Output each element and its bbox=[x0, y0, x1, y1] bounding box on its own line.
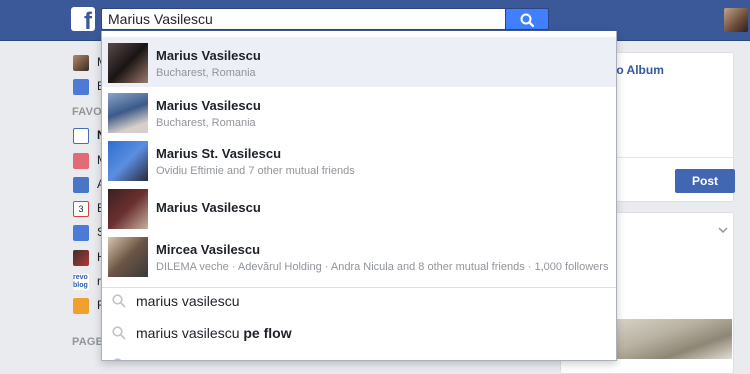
search-input[interactable] bbox=[108, 10, 498, 28]
search-icon bbox=[112, 294, 126, 308]
result-avatar bbox=[108, 93, 148, 133]
result-row[interactable]: Marius Vasilescu Bucharest, Romania bbox=[102, 87, 616, 137]
post-button[interactable]: Post bbox=[675, 169, 735, 193]
calendar-icon: 3 bbox=[73, 201, 89, 217]
pencil-icon bbox=[73, 79, 89, 95]
result-avatar bbox=[108, 237, 148, 277]
search-suggestion[interactable] bbox=[102, 349, 616, 360]
revo-blog-icon: revo blog bbox=[73, 274, 89, 290]
result-row[interactable]: Marius Vasilescu Bucharest, Romania bbox=[102, 37, 616, 87]
facebook-logo-icon[interactable]: f bbox=[71, 7, 95, 35]
search-suggestion[interactable]: marius vasilescu pe flow bbox=[102, 317, 616, 349]
page-icon bbox=[73, 250, 89, 266]
cube-icon bbox=[73, 298, 89, 314]
messages-icon bbox=[73, 153, 89, 169]
result-avatar bbox=[108, 141, 148, 181]
suggestion-text: marius vasilescu bbox=[136, 293, 240, 309]
chart-icon bbox=[73, 177, 89, 193]
result-name: Marius Vasilescu bbox=[156, 200, 261, 215]
result-row[interactable]: Marius St. Vasilescu Ovidiu Eftimie and … bbox=[102, 135, 616, 185]
logo-letter: f bbox=[84, 8, 92, 35]
suggestion-text: marius vasilescu pe flow bbox=[136, 325, 292, 341]
result-avatar bbox=[108, 189, 148, 229]
result-subtitle: Bucharest, Romania bbox=[156, 67, 256, 79]
result-name: Mircea Vasilescu bbox=[156, 242, 261, 257]
result-subtitle: Bucharest, Romania bbox=[156, 117, 256, 129]
search-button[interactable] bbox=[505, 8, 549, 30]
result-avatar bbox=[108, 43, 148, 83]
bookmark-icon bbox=[73, 225, 89, 241]
post-image[interactable] bbox=[611, 319, 732, 359]
result-row[interactable]: Marius Vasilescu bbox=[102, 183, 616, 233]
search-suggestion[interactable]: marius vasilescu bbox=[102, 285, 616, 317]
result-name: Marius Vasilescu bbox=[156, 48, 261, 63]
profile-avatar[interactable] bbox=[724, 8, 748, 32]
result-name: Marius St. Vasilescu bbox=[156, 146, 282, 161]
result-subtitle: Ovidiu Eftimie and 7 other mutual friend… bbox=[156, 165, 355, 177]
profile-icon bbox=[73, 55, 89, 71]
news-feed-icon bbox=[73, 128, 89, 144]
result-subtitle: DILEMA veche · Adevărul Holding · Andra … bbox=[156, 261, 609, 273]
search-typeahead: Marius Vasilescu Bucharest, Romania Mari… bbox=[101, 31, 617, 361]
suggestion-suffix: pe flow bbox=[243, 325, 292, 341]
search-icon bbox=[112, 326, 126, 340]
pages-heading: PAGE bbox=[72, 336, 104, 348]
chevron-down-icon[interactable] bbox=[718, 227, 728, 235]
result-row[interactable]: Mircea Vasilescu DILEMA veche · Adevărul… bbox=[102, 231, 616, 281]
suggestion-query: marius vasilescu bbox=[136, 325, 240, 341]
search-box[interactable] bbox=[101, 8, 505, 30]
result-name: Marius Vasilescu bbox=[156, 98, 261, 113]
search-icon bbox=[520, 13, 535, 28]
favorites-heading: FAVO bbox=[72, 106, 102, 118]
